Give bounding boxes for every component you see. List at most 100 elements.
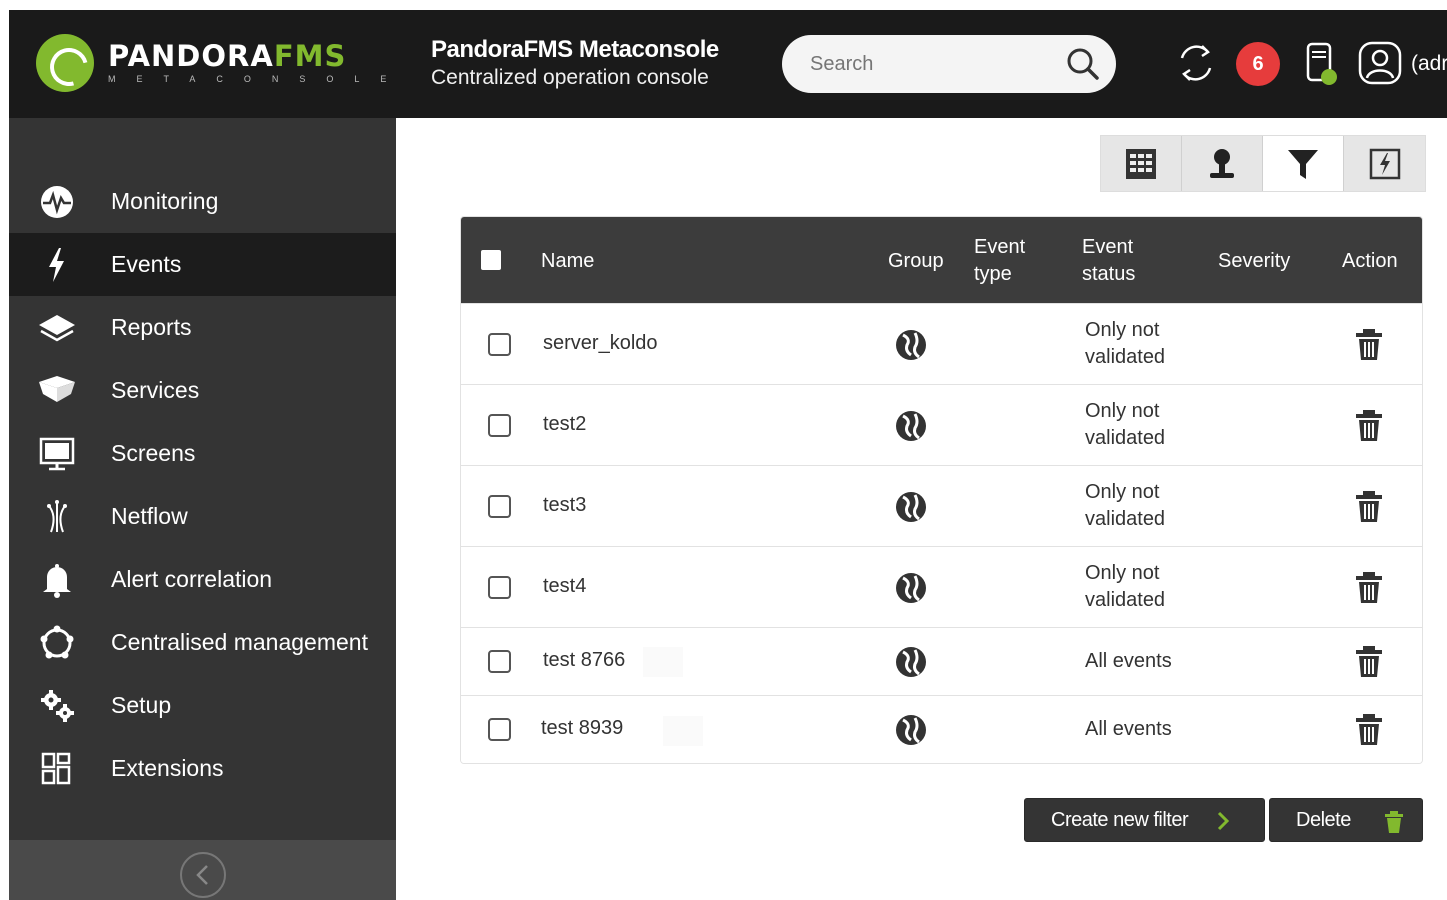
delete-button[interactable]: Delete — [1269, 798, 1423, 842]
filter-name[interactable]: server_koldo — [543, 332, 658, 355]
row-checkbox[interactable] — [488, 576, 511, 599]
globe-icon — [896, 330, 926, 360]
refresh-icon[interactable] — [1174, 40, 1218, 86]
sidebar-footer — [9, 840, 396, 900]
globe-icon — [896, 492, 926, 522]
page-title: PandoraFMS Metaconsole — [431, 36, 719, 63]
event-icon — [1369, 148, 1400, 179]
gears-icon — [41, 690, 74, 722]
column-header-event-type-1[interactable]: Event — [974, 234, 1025, 261]
console-title: PandoraFMS Metaconsole Centralized opera… — [431, 36, 719, 92]
page-subtitle: Centralized operation console — [431, 66, 709, 89]
lightning-icon — [49, 248, 64, 282]
chevron-left-icon — [196, 865, 208, 885]
sidebar-item-setup[interactable]: Setup — [9, 674, 396, 737]
table-row: server_koldo Only not validated — [461, 303, 1422, 384]
sidebar-item-centralised-management[interactable]: Centralised management — [9, 611, 396, 674]
monitoring-icon — [41, 186, 73, 218]
sidebar-item-events[interactable]: Events — [9, 233, 396, 296]
column-header-name[interactable]: Name — [541, 248, 594, 275]
trash-icon — [1385, 811, 1403, 833]
event-status-line-2: validated — [1085, 346, 1166, 368]
create-button-label: Create new filter — [1051, 808, 1189, 831]
event-status-line-1: Only not — [1085, 562, 1160, 584]
extensions-icon — [41, 752, 71, 785]
row-checkbox[interactable] — [488, 333, 511, 356]
logo-text-accent: FMS — [273, 39, 347, 73]
tab-filter[interactable] — [1263, 136, 1344, 191]
monitor-icon — [39, 437, 75, 471]
globe-icon — [896, 573, 926, 603]
search-icon[interactable] — [1066, 47, 1100, 81]
sidebar-item-reports[interactable]: Reports — [9, 296, 396, 359]
filter-name[interactable]: test 8939 — [541, 717, 623, 740]
trash-icon[interactable] — [1354, 571, 1384, 605]
trash-icon[interactable] — [1354, 645, 1384, 679]
row-checkbox[interactable] — [488, 718, 511, 741]
user-name[interactable]: (adr — [1411, 52, 1447, 76]
sidebar-item-extensions[interactable]: Extensions — [9, 737, 396, 800]
column-header-severity[interactable]: Severity — [1218, 248, 1290, 275]
table-header: Name Group Event type Event status Sever… — [461, 217, 1422, 303]
notification-badge[interactable]: 6 — [1236, 42, 1280, 86]
logo-subtext: METACONSOLE — [108, 74, 408, 84]
sidebar-item-screens[interactable]: Screens — [9, 422, 396, 485]
columns-icon — [1126, 148, 1156, 179]
bell-icon — [43, 564, 71, 598]
trash-icon[interactable] — [1354, 328, 1384, 362]
column-header-event-status-1[interactable]: Event — [1082, 234, 1133, 261]
tab-user[interactable] — [1182, 136, 1263, 191]
event-status-line-1: Only not — [1085, 400, 1160, 422]
event-status-line-2: validated — [1085, 508, 1166, 530]
sidebar-item-alert-correlation[interactable]: Alert correlation — [9, 548, 396, 611]
filter-name[interactable]: test 8766 — [543, 649, 625, 672]
filter-name[interactable]: test3 — [543, 494, 586, 517]
sidebar: Monitoring Events Reports Services Scree… — [9, 118, 396, 900]
tab-columns[interactable] — [1101, 136, 1182, 191]
column-header-event-type-2[interactable]: type — [974, 261, 1012, 288]
event-status-line-2: validated — [1085, 589, 1166, 611]
event-status-line-1: All events — [1085, 650, 1172, 672]
event-status-line-1: All events — [1085, 718, 1172, 740]
table-row: test3 Only not validated — [461, 465, 1422, 546]
globe-icon — [896, 411, 926, 441]
logo-icon — [36, 34, 94, 92]
row-checkbox[interactable] — [488, 650, 511, 673]
tab-event[interactable] — [1344, 136, 1425, 191]
sidebar-item-netflow[interactable]: Netflow — [9, 485, 396, 548]
trash-icon[interactable] — [1354, 713, 1384, 747]
row-checkbox[interactable] — [488, 414, 511, 437]
column-header-event-status-2[interactable]: status — [1082, 261, 1135, 288]
trash-icon[interactable] — [1354, 490, 1384, 524]
globe-icon — [896, 647, 926, 677]
filter-name[interactable]: test4 — [543, 575, 586, 598]
search-input[interactable] — [810, 52, 1050, 76]
top-header: PANDORAFMS METACONSOLE PandoraFMS Metaco… — [9, 10, 1447, 118]
globe-icon — [896, 715, 926, 745]
blank-patch — [643, 647, 683, 677]
row-checkbox[interactable] — [488, 495, 511, 518]
table-row: test2 Only not validated — [461, 384, 1422, 465]
view-tabs — [1100, 135, 1426, 192]
create-new-filter-button[interactable]: Create new filter — [1024, 798, 1265, 842]
trash-icon[interactable] — [1354, 409, 1384, 443]
reports-icon — [39, 315, 75, 342]
pandorafms-logo[interactable]: PANDORAFMS METACONSOLE — [36, 34, 407, 92]
table-row: test 8939 All events — [461, 695, 1422, 763]
server-status-icon[interactable] — [1302, 40, 1342, 88]
select-all-checkbox[interactable] — [481, 250, 501, 270]
blank-patch — [663, 716, 703, 746]
user-avatar-icon[interactable] — [1357, 40, 1403, 86]
column-header-group[interactable]: Group — [888, 248, 944, 275]
filters-table: Name Group Event type Event status Sever… — [460, 216, 1423, 764]
search-box — [782, 35, 1116, 93]
sidebar-item-services[interactable]: Services — [9, 359, 396, 422]
netflow-icon — [47, 500, 67, 533]
sidebar-item-monitoring[interactable]: Monitoring — [9, 170, 396, 233]
collapse-sidebar-button[interactable] — [180, 852, 226, 898]
table-row: test 8766 All events — [461, 627, 1422, 695]
event-status-line-1: Only not — [1085, 319, 1160, 341]
filter-name[interactable]: test2 — [543, 413, 586, 436]
delete-button-label: Delete — [1296, 808, 1351, 831]
services-icon — [39, 376, 75, 402]
